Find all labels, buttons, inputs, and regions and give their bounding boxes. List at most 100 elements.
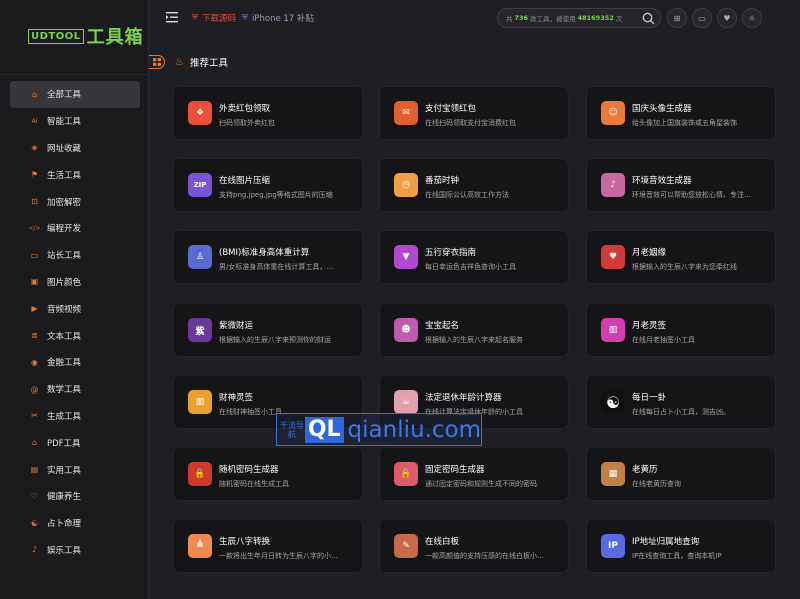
sidebar-item[interactable]: Ai 智能工具 bbox=[10, 108, 140, 135]
sidebar-item-label: 娱乐工具 bbox=[47, 545, 82, 556]
search-middle: 款工具，被使用 bbox=[530, 15, 576, 23]
ai-icon: Ai bbox=[31, 117, 38, 125]
top-icons: ⊞ ▭ ♥ ☼ bbox=[667, 8, 762, 28]
sidebar-item-label: 文本工具 bbox=[47, 331, 82, 342]
tool-card[interactable]: ❖ 外卖红包领取 扫码领取外卖红包 bbox=[173, 86, 363, 140]
add-icon[interactable]: ⊞ bbox=[667, 8, 687, 28]
sidebar-item[interactable]: ⌂ PDF工具 bbox=[10, 429, 140, 456]
tool-card[interactable]: ♪ 环境音效生成器 环境音效可以帮助您放松心情、专注… bbox=[586, 158, 776, 212]
search-input[interactable]: 共 736 款工具，被使用 48169352 次 bbox=[497, 8, 661, 28]
tool-card[interactable]: ☯ 每日一卦 在线每日占卜小工具，测吉凶。 bbox=[586, 375, 776, 429]
tool-card[interactable]: ♥ 月老姻缘 根据输入的生辰八字来为您牵红线 bbox=[586, 230, 776, 284]
image-icon: ▣ bbox=[30, 277, 39, 287]
sidebar-item-label: 健康养生 bbox=[47, 492, 82, 503]
tool-card-desc: 在线国际公认高效工作方法 bbox=[425, 191, 509, 199]
tool-card[interactable]: 🔒 随机密码生成器随机密码在线生成工具 bbox=[173, 447, 363, 501]
heart-icon[interactable]: ♥ bbox=[717, 8, 737, 28]
tool-card[interactable]: IP IP地址归属地查询 IP在线查询工具，查询本机IP bbox=[586, 519, 776, 573]
sidebar-item[interactable]: ◈ 网址收藏 bbox=[10, 135, 140, 162]
grid-toggle-button[interactable] bbox=[149, 55, 165, 69]
sidebar-item[interactable]: ♡ 健康养生 bbox=[10, 483, 140, 510]
sidebar-item-label: 全部工具 bbox=[47, 90, 82, 101]
sidebar-item[interactable]: ⊡ 加密解密 bbox=[10, 188, 140, 215]
sun-icon[interactable]: ☼ bbox=[742, 8, 762, 28]
tool-card-desc: 随机密码在线生成工具 bbox=[219, 480, 289, 488]
music-note-icon: ♪ bbox=[601, 173, 625, 197]
sidebar-item[interactable]: ▭ 站长工具 bbox=[10, 242, 140, 269]
sidebar-item[interactable]: ▶ 音频视频 bbox=[10, 295, 140, 322]
flag-icon: ⚑ bbox=[30, 170, 39, 180]
flame-icon: ♨ bbox=[175, 56, 184, 68]
bookmark-icon: ◈ bbox=[31, 143, 38, 153]
home-icon: ⌂ bbox=[31, 89, 38, 99]
pagoda-icon: ≜ bbox=[188, 534, 212, 558]
redpacket-icon: ✉ bbox=[394, 101, 418, 125]
tool-card-title: 紫微财运 bbox=[219, 321, 254, 331]
watermark: 千流导航 QL qianliu.com bbox=[276, 413, 482, 446]
tool-card-desc: 在线每日占卜小工具，测吉凶。 bbox=[632, 408, 730, 416]
sidebar-item[interactable]: ♪ 娱乐工具 bbox=[10, 537, 140, 564]
tool-card[interactable]: ▼ 五行穿衣指南 每日幸运色吉祥色查询小工具 bbox=[379, 230, 569, 284]
whiteboard-icon: ✎ bbox=[394, 534, 418, 558]
sidebar-item[interactable]: ▣ 图片颜色 bbox=[10, 269, 140, 296]
tool-card-title: IP地址归属地查询 bbox=[632, 537, 700, 547]
tool-card-title: 财神灵签 bbox=[219, 393, 254, 403]
tool-card-title: 国庆头像生成器 bbox=[632, 104, 692, 114]
sidebar-item[interactable]: ▤ 实用工具 bbox=[10, 456, 140, 483]
text-icon: ≣ bbox=[31, 331, 38, 341]
tool-card[interactable]: ☻ 宝宝起名 根据输入的生辰八字来起名服务 bbox=[379, 303, 569, 357]
ip-icon: IP bbox=[601, 534, 625, 558]
tool-card-desc: 根据输入的生辰八字来起名服务 bbox=[425, 336, 523, 344]
sidebar-item-label: 数学工具 bbox=[47, 385, 82, 396]
logo[interactable]: UDTOOL 工具箱 bbox=[28, 24, 144, 48]
sidebar-item-label: 金融工具 bbox=[47, 358, 82, 369]
tool-card-title: 固定密码生成器 bbox=[425, 465, 485, 475]
tool-card-title: 老黄历 bbox=[632, 465, 658, 475]
tool-card[interactable]: ▦ 老黄历 在线老黄历查询 bbox=[586, 447, 776, 501]
shirt-icon: ▼ bbox=[394, 245, 418, 269]
tool-card-desc: 在线月老抽签小工具 bbox=[632, 336, 695, 344]
section-title-text: 推荐工具 bbox=[189, 58, 228, 69]
tool-card-title: 随机密码生成器 bbox=[219, 465, 279, 475]
tool-card[interactable]: ≜ 生辰八字转换 一款将出生年月日转为生辰八字的小… bbox=[173, 519, 363, 573]
sidebar-nav: ⌂ 全部工具 Ai 智能工具 ◈ 网址收藏 ⚑ 生活工具 ⊡ 加密解密 </> 编程开发 ▭ 站长工具 ▣ 图… bbox=[10, 81, 140, 563]
scissors-icon: ✂ bbox=[31, 411, 38, 421]
watermark-small: 千流导航 bbox=[279, 420, 304, 439]
monitor-icon[interactable]: ▭ bbox=[692, 8, 712, 28]
logo-text: 工具箱 bbox=[86, 27, 144, 48]
lock-icon: 🔒 bbox=[394, 462, 418, 486]
lock-icon: ⊡ bbox=[31, 197, 38, 207]
tool-card-title: 月老姻缘 bbox=[632, 248, 667, 258]
sidebar-item[interactable]: ≣ 文本工具 bbox=[10, 322, 140, 349]
tool-card[interactable]: ZIP 在线图片压缩 支持png,jpeg,jpg等格式图片的压缩 bbox=[173, 158, 363, 212]
lock-icon: 🔒 bbox=[188, 462, 212, 486]
tool-card-title: 番茄时钟 bbox=[425, 176, 460, 186]
sidebar-item[interactable]: ⚑ 生活工具 bbox=[10, 161, 140, 188]
menu-icon[interactable] bbox=[166, 12, 178, 23]
tool-card[interactable]: 🔒 固定密码生成器 通过固定密码和规则生成不同的密码 bbox=[379, 447, 569, 501]
sidebar-item[interactable]: ✂ 生成工具 bbox=[10, 403, 140, 430]
tool-card[interactable]: ✎ 在线白板 一款高颜值的支持压感的在线白板小… bbox=[379, 519, 569, 573]
tool-card-title: 外卖红包领取 bbox=[219, 104, 271, 114]
tool-card[interactable]: ◷ 番茄时钟 在线国际公认高效工作方法 bbox=[379, 158, 569, 212]
tool-card[interactable]: 紫紫微财运 根据输入的生辰八字来预测你的财运 bbox=[173, 303, 363, 357]
sidebar-item[interactable]: @ 数学工具 bbox=[10, 376, 140, 403]
sidebar-item[interactable]: </> 编程开发 bbox=[10, 215, 140, 242]
sidebar-item[interactable]: ⌂ 全部工具 bbox=[10, 81, 140, 108]
tool-card[interactable]: ♙ (BMI)标准身高体重计算 男/女标准身高体重在线计算工具，… bbox=[173, 230, 363, 284]
sidebar-item[interactable]: ☯ 占卜命理 bbox=[10, 510, 140, 537]
sidebar-item[interactable]: ◉ 金融工具 bbox=[10, 349, 140, 376]
tool-card[interactable]: ☺ 国庆头像生成器 给头像加上国旗装饰或五角星装饰 bbox=[586, 86, 776, 140]
monitor-icon: ▭ bbox=[30, 250, 39, 260]
download-source-link[interactable]: ⛨ 下载源码 bbox=[192, 12, 236, 24]
iphone-subsidy-link[interactable]: ⛨ iPhone 17 补贴 bbox=[242, 12, 314, 24]
tool-card-desc: 每日幸运色吉祥色查询小工具 bbox=[425, 263, 516, 271]
search-icon[interactable] bbox=[642, 12, 655, 25]
tool-card-desc: 给头像加上国旗装饰或五角星装饰 bbox=[632, 119, 737, 127]
tool-card[interactable]: ▥ 月老灵签 在线月老抽签小工具 bbox=[586, 303, 776, 357]
tool-card-desc: 一款高颜值的支持压感的在线白板小… bbox=[425, 552, 544, 560]
play-icon: ▶ bbox=[31, 304, 38, 314]
tool-card[interactable]: ✉ 支付宝领红包 在线扫码领取支付宝消费红包 bbox=[379, 86, 569, 140]
tool-card-title: 环境音效生成器 bbox=[632, 176, 692, 186]
shield-icon: ⛨ bbox=[242, 13, 248, 22]
